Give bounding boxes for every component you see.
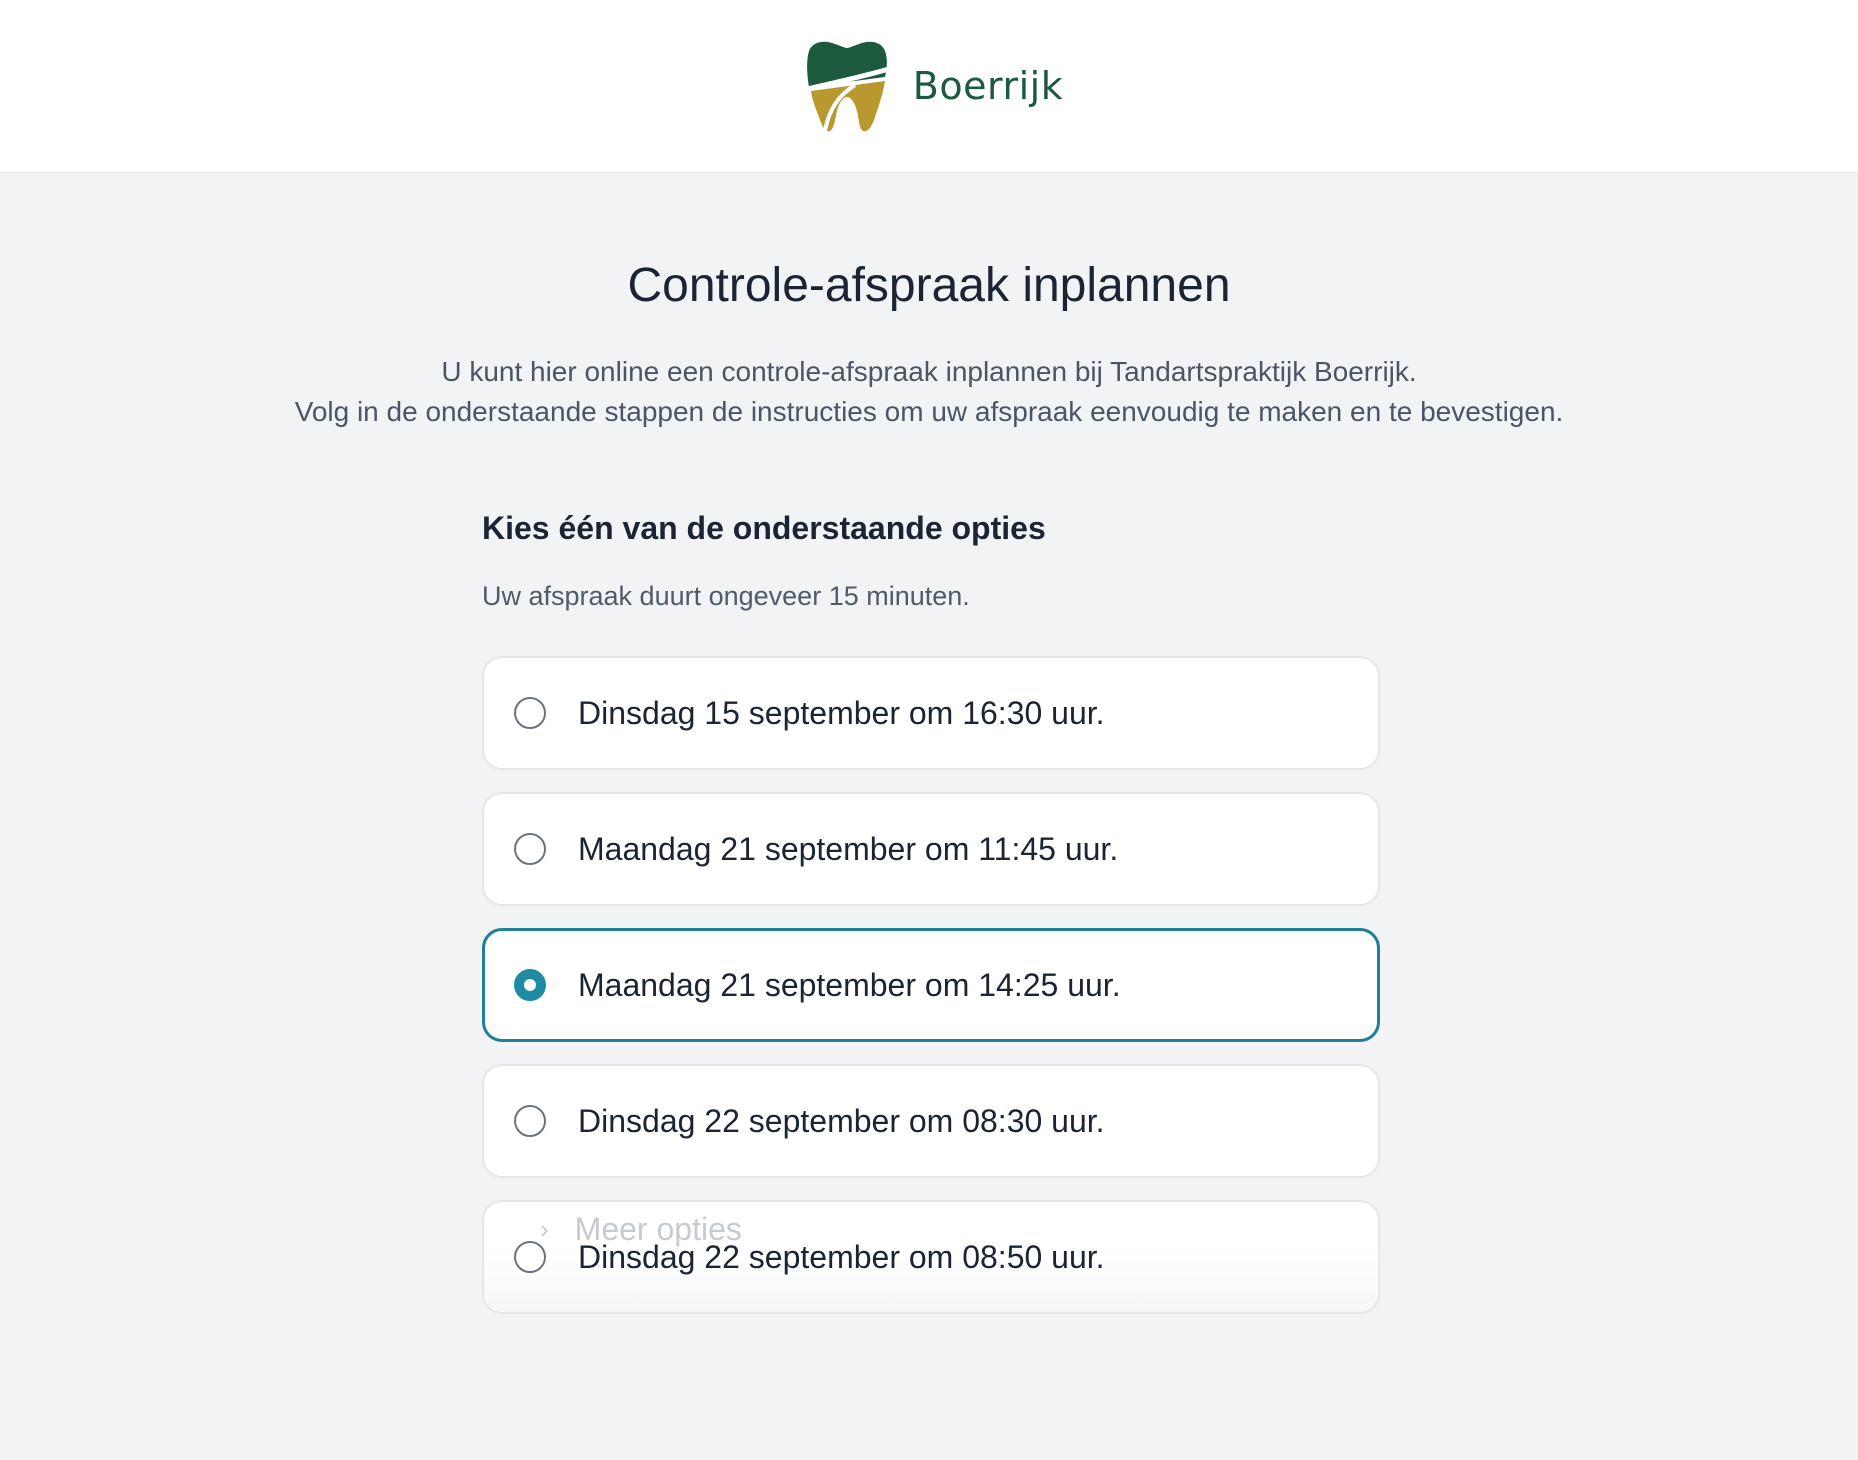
duration-note: Uw afspraak duurt ongeveer 15 minuten. [482, 581, 970, 611]
chevron-right-icon: › [540, 1214, 549, 1244]
tooth-logo-icon [806, 41, 890, 131]
intro-text: U kunt hier online een controle-afspraak… [0, 352, 1858, 432]
more-options-label: Meer opties [574, 1211, 742, 1247]
option-label: Dinsdag 22 september om 08:30 uur. [578, 1102, 1105, 1139]
radio-selected-icon[interactable] [514, 969, 546, 1001]
section-title: Kies één van de onderstaande opties [482, 510, 1046, 546]
intro-line-1: U kunt hier online een controle-afspraak… [441, 356, 1417, 387]
option-item-1[interactable]: Dinsdag 15 september om 16:30 uur. [482, 656, 1380, 770]
site-header: Boerrijk [0, 0, 1858, 173]
radio-icon[interactable] [514, 1105, 546, 1137]
page-title: Controle-afspraak inplannen [627, 259, 1231, 312]
option-item-3[interactable]: Maandag 21 september om 14:25 uur. [482, 928, 1380, 1042]
more-options-link[interactable]: › Meer opties [540, 1211, 742, 1248]
option-label: Dinsdag 15 september om 16:30 uur. [578, 694, 1105, 731]
option-item-2[interactable]: Maandag 21 september om 11:45 uur. [482, 792, 1380, 906]
brand[interactable]: Boerrijk [803, 39, 1063, 134]
radio-icon[interactable] [514, 833, 546, 865]
option-label: Maandag 21 september om 11:45 uur. [578, 830, 1119, 867]
option-item-4[interactable]: Dinsdag 22 september om 08:30 uur. [482, 1064, 1380, 1178]
intro-line-2: Volg in de onderstaande stappen de instr… [294, 396, 1564, 427]
option-label: Maandag 21 september om 14:25 uur. [578, 966, 1121, 1003]
brand-name: Boerrijk [912, 64, 1064, 108]
radio-icon[interactable] [514, 697, 546, 729]
